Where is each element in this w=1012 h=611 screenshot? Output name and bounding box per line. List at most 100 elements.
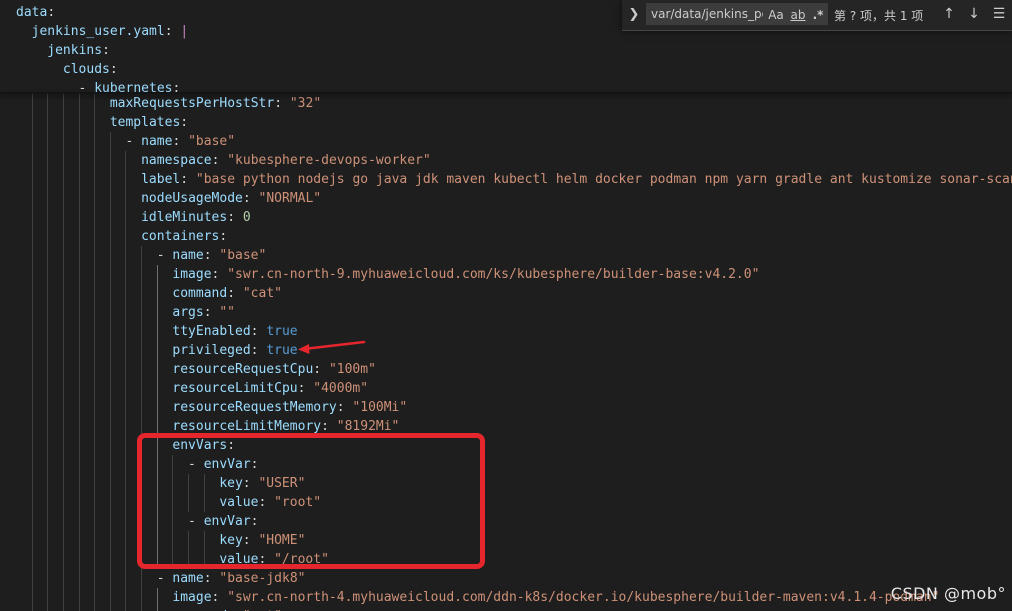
yaml-key: idleMinutes <box>141 210 228 225</box>
code-line[interactable]: jenkins: <box>0 41 1012 60</box>
yaml-separator: : <box>203 571 212 586</box>
code-line[interactable]: idleMinutes: 0 <box>0 208 1012 227</box>
yaml-separator: : <box>227 210 236 225</box>
yaml-key: privileged <box>172 343 251 358</box>
yaml-value: "8192Mi" <box>336 419 400 434</box>
yaml-key: label <box>141 172 181 187</box>
find-input[interactable]: var/data/jenkins_po Aa ab .* <box>646 3 828 25</box>
yaml-key: resourceRequestMemory <box>172 400 337 415</box>
yaml-value: true <box>266 324 298 339</box>
arrow-down-icon[interactable]: ↓ <box>965 5 983 23</box>
yaml-separator: : <box>313 362 322 377</box>
yaml-separator: : <box>109 62 118 77</box>
yaml-separator: : <box>336 400 345 415</box>
yaml-value: "base" <box>219 248 267 263</box>
code-line[interactable]: templates: <box>0 113 1012 132</box>
list-dash: - <box>156 571 173 586</box>
yaml-value: "swr.cn-north-4.myhuaweicloud.com/ddn-k8… <box>227 590 940 605</box>
yaml-value: "32" <box>289 96 322 111</box>
find-widget: ❯ var/data/jenkins_po Aa ab .* 第 ? 项，共 1… <box>622 0 1012 31</box>
yaml-key: resourceRequestCpu <box>172 362 314 377</box>
yaml-key: resourceLimitMemory <box>172 419 322 434</box>
yaml-separator: : <box>227 286 236 301</box>
code-line[interactable]: - name: "base-jdk8" <box>0 569 1012 588</box>
yaml-key: nodeUsageMode <box>141 191 243 206</box>
yaml-separator: : <box>102 43 110 58</box>
yaml-key: jenkins <box>47 43 103 58</box>
code-line[interactable]: args: "" <box>0 303 1012 322</box>
match-case-button[interactable]: Aa <box>767 7 785 23</box>
yaml-separator: : <box>47 5 56 20</box>
yaml-separator: : <box>164 24 173 39</box>
sticky-scroll-separator <box>0 92 1012 94</box>
yaml-value: "4000m" <box>313 381 369 396</box>
yaml-separator: : <box>219 229 228 244</box>
yaml-separator: : <box>203 305 212 320</box>
yaml-key: clouds <box>62 62 110 77</box>
code-line[interactable]: resourceRequestMemory: "100Mi" <box>0 398 1012 417</box>
find-input-value: var/data/jenkins_po <box>651 7 763 21</box>
code-line[interactable]: namespace: "kubesphere-devops-worker" <box>0 151 1012 170</box>
code-editor[interactable]: data: jenkins_user.yaml: | jenkins: clouds:… <box>0 0 1012 611</box>
yaml-separator: : <box>180 115 189 130</box>
yaml-value: "base" <box>188 134 236 149</box>
code-line[interactable]: ttyEnabled: true <box>0 322 1012 341</box>
code-line[interactable]: containers: <box>0 227 1012 246</box>
list-dash: - <box>125 134 142 149</box>
yaml-key: containers <box>141 229 220 244</box>
yaml-key: templates <box>109 115 181 130</box>
yaml-key: image <box>172 590 212 605</box>
yaml-key: ttyEnabled <box>172 324 251 339</box>
code-line[interactable]: privileged: true <box>0 341 1012 360</box>
yaml-value: "" <box>219 305 236 320</box>
yaml-key: args <box>172 305 204 320</box>
yaml-separator: : <box>242 191 251 206</box>
yaml-key: name <box>172 248 204 263</box>
whole-word-button[interactable]: ab <box>789 7 807 23</box>
yaml-key: maxRequestsPerHostStr <box>109 96 275 111</box>
list-dash: - <box>156 248 173 263</box>
find-in-selection-icon[interactable]: ☰ <box>990 5 1008 23</box>
yaml-key: data <box>16 5 48 20</box>
yaml-key: namespace <box>141 153 212 168</box>
red-arrow-icon <box>298 340 366 354</box>
yaml-separator: : <box>250 324 259 339</box>
yaml-key: resourceLimitCpu <box>172 381 298 396</box>
yaml-separator: : <box>321 419 329 434</box>
yaml-value: "base python nodejs go java jdk maven ku… <box>195 172 1012 187</box>
highlight-annotation-box <box>137 433 485 569</box>
yaml-value: 0 <box>242 210 251 225</box>
code-line[interactable]: command: "cat" <box>0 284 1012 303</box>
yaml-key: jenkins_user.yaml <box>31 24 165 39</box>
arrow-up-icon[interactable]: ↑ <box>940 5 958 23</box>
code-line[interactable]: label: "base python nodejs go java jdk m… <box>0 170 1012 189</box>
yaml-separator: : <box>250 343 259 358</box>
yaml-value: "kubesphere-devops-worker" <box>227 153 431 168</box>
code-line[interactable]: maxRequestsPerHostStr: "32" <box>0 94 1012 113</box>
yaml-separator: : <box>180 172 189 187</box>
yaml-value: "base-jdk8" <box>219 571 306 586</box>
yaml-key: image <box>172 267 212 282</box>
code-line[interactable]: resourceRequestCpu: "100m" <box>0 360 1012 379</box>
yaml-value: "100m" <box>328 362 376 377</box>
yaml-key: name <box>172 571 204 586</box>
code-line[interactable]: clouds: <box>0 60 1012 79</box>
yaml-value: "NORMAL" <box>258 191 322 206</box>
yaml-key: name <box>141 134 173 149</box>
yaml-value: "100Mi" <box>352 400 408 415</box>
yaml-key: command <box>172 286 228 301</box>
yaml-value: "swr.cn-north-9.myhuaweicloud.com/ks/kub… <box>227 267 760 282</box>
code-line[interactable]: resourceLimitCpu: "4000m" <box>0 379 1012 398</box>
yaml-separator: : <box>274 96 283 111</box>
code-line[interactable]: nodeUsageMode: "NORMAL" <box>0 189 1012 208</box>
watermark: CSDN @mob° <box>890 584 1006 603</box>
code-line[interactable]: command: "cat" <box>0 607 1012 611</box>
code-line[interactable]: image: "swr.cn-north-4.myhuaweicloud.com… <box>0 588 1012 607</box>
yaml-separator: : <box>203 248 212 263</box>
code-line[interactable]: image: "swr.cn-north-9.myhuaweicloud.com… <box>0 265 1012 284</box>
code-line[interactable]: - name: "base" <box>0 132 1012 151</box>
code-line[interactable]: - name: "base" <box>0 246 1012 265</box>
chevron-right-icon[interactable]: ❯ <box>626 6 642 24</box>
find-result-count: 第 ? 项，共 1 项 <box>834 9 924 23</box>
regex-button[interactable]: .* <box>811 7 825 23</box>
